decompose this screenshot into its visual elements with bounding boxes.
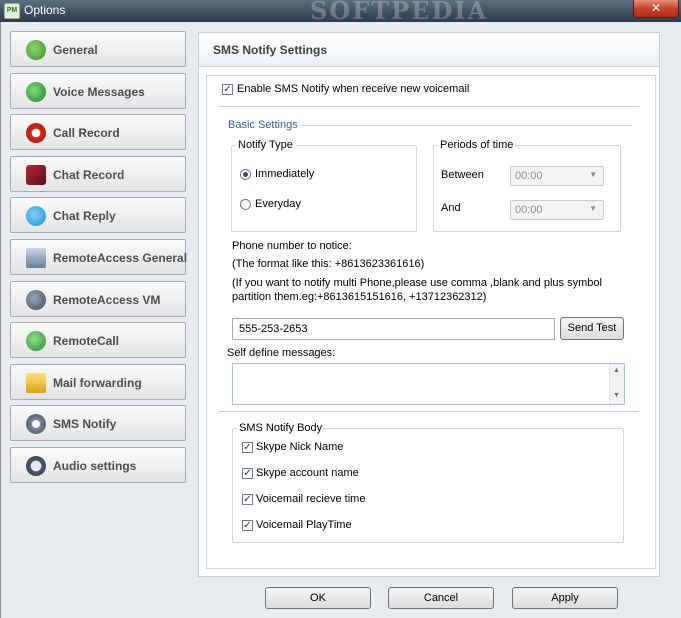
notify-type-title: Notify Type [236, 139, 295, 151]
divider [219, 411, 639, 412]
periods-group: Periods of time Between 00:00 ▼ And 00:0… [433, 139, 621, 232]
chat-reply-icon [26, 206, 46, 227]
skype-nick-name-label: Skype Nick Name [256, 441, 344, 453]
sidebar-item-label: Chat Record [53, 167, 125, 182]
phone-multi-hint-1: (If you want to notify multi Phone,pleas… [232, 277, 602, 289]
sidebar-item-call-record[interactable]: Call Record [10, 114, 186, 151]
periods-title: Periods of time [438, 139, 516, 151]
remote-call-icon [26, 331, 46, 352]
between-time-select[interactable]: 00:00 ▼ [510, 166, 604, 186]
sidebar-item-label: Mail forwarding [53, 375, 142, 390]
window-title: Options [24, 3, 66, 17]
sidebar-item-label: Call Record [53, 126, 120, 141]
settings-panel: SMS Notify Settings ✓ Enable SMS Notify … [198, 32, 660, 577]
phone-multi-hint-2: partition them.eg:+8613615151616, +13712… [232, 291, 487, 303]
sidebar-item-general[interactable]: General [10, 31, 186, 67]
phone-format-hint: (The format like this: +8613623361616) [232, 258, 425, 270]
remote-access-icon [26, 247, 46, 268]
app-icon: PM [4, 3, 20, 19]
sidebar-item-remoteaccess-general[interactable]: RemoteAccess General [10, 238, 188, 275]
phone-input-value: 555-253-2653 [239, 323, 308, 335]
settings-form: ✓ Enable SMS Notify when receive new voi… [206, 75, 656, 569]
sidebar: General Voice Messages Call Record Chat … [10, 31, 188, 489]
between-label: Between [441, 169, 484, 181]
and-time-select[interactable]: 00:00 ▼ [510, 200, 604, 220]
everyday-label: Everyday [255, 198, 301, 210]
page-title: SMS Notify Settings [213, 43, 328, 57]
skype-account-name-checkbox[interactable]: ✓ [242, 468, 253, 479]
apply-button[interactable]: Apply [512, 587, 618, 609]
send-test-button[interactable]: Send Test [560, 317, 624, 340]
sidebar-item-sms-notify[interactable]: SMS Notify [10, 405, 186, 442]
sms-notify-icon [26, 414, 46, 435]
sms-notify-body-group: SMS Notify Body ✓ Skype Nick Name ✓ Skyp… [232, 422, 624, 543]
everyday-radio[interactable] [240, 199, 251, 210]
audio-settings-icon [26, 455, 46, 476]
skype-nick-name-checkbox[interactable]: ✓ [242, 442, 253, 453]
voicemail-recieve-time-checkbox[interactable]: ✓ [242, 494, 253, 505]
notify-type-group: Notify Type Immediately Everyday [231, 139, 417, 232]
remote-vm-icon [26, 289, 46, 310]
sidebar-item-label: RemoteAccess VM [53, 292, 161, 307]
voicemail-playtime-label: Voicemail PlayTime [256, 519, 352, 531]
close-button[interactable]: ✕ [633, 0, 679, 18]
immediately-label: Immediately [255, 168, 315, 180]
divider [301, 125, 632, 126]
cancel-button[interactable]: Cancel [388, 587, 494, 609]
scroll-down-icon[interactable]: ▼ [613, 392, 620, 399]
mail-forward-icon [26, 372, 46, 393]
voicemail-playtime-checkbox[interactable]: ✓ [242, 520, 253, 531]
ok-button[interactable]: OK [265, 587, 371, 609]
title-bar: PM Options SOFTPEDIA ✕ [0, 0, 681, 25]
sidebar-item-label: General [53, 43, 98, 57]
sidebar-item-label: Chat Reply [53, 209, 116, 224]
sms-notify-body-title: SMS Notify Body [237, 422, 325, 434]
sidebar-item-label: Voice Messages [53, 84, 145, 99]
self-define-label: Self define messages: [227, 347, 336, 359]
record-icon [26, 123, 46, 144]
sidebar-item-mail-forwarding[interactable]: Mail forwarding [10, 363, 186, 400]
sidebar-item-chat-record[interactable]: Chat Record [10, 155, 186, 192]
sidebar-item-label: SMS Notify [53, 417, 117, 432]
and-time-value: 00:00 [515, 204, 543, 216]
chevron-down-icon: ▼ [589, 204, 597, 213]
sidebar-item-chat-reply[interactable]: Chat Reply [10, 197, 186, 234]
textarea-scrollbar[interactable]: ▲ ▼ [609, 364, 624, 404]
scroll-up-icon[interactable]: ▲ [613, 367, 620, 374]
enable-sms-notify-checkbox[interactable]: ✓ [222, 84, 233, 95]
voice-messages-icon [26, 81, 46, 102]
sidebar-item-voice-messages[interactable]: Voice Messages [10, 72, 186, 109]
and-label: And [441, 202, 461, 214]
sidebar-item-remotecall[interactable]: RemoteCall [10, 322, 186, 359]
basic-settings-title: Basic Settings [228, 119, 298, 131]
immediately-radio[interactable] [240, 169, 251, 180]
sidebar-item-label: RemoteAccess General [53, 250, 188, 265]
skype-account-name-label: Skype account name [256, 467, 359, 479]
voicemail-recieve-time-label: Voicemail recieve time [256, 493, 366, 505]
sidebar-item-label: Audio settings [53, 458, 137, 473]
enable-sms-notify-label: Enable SMS Notify when receive new voice… [237, 83, 470, 95]
phone-input[interactable]: 555-253-2653 [232, 318, 555, 340]
pm-logo-icon [26, 40, 46, 60]
self-define-textarea[interactable]: ▲ ▼ [232, 363, 625, 405]
panel-header: SMS Notify Settings [199, 33, 659, 67]
sidebar-item-audio-settings[interactable]: Audio settings [10, 446, 186, 483]
divider [219, 106, 639, 107]
between-time-value: 00:00 [515, 170, 543, 182]
phone-label: Phone number to notice: [232, 240, 352, 252]
sidebar-item-label: RemoteCall [53, 334, 120, 349]
chevron-down-icon: ▼ [589, 170, 597, 179]
sidebar-item-remoteaccess-vm[interactable]: RemoteAccess VM [10, 280, 186, 317]
chat-record-icon [26, 164, 46, 185]
